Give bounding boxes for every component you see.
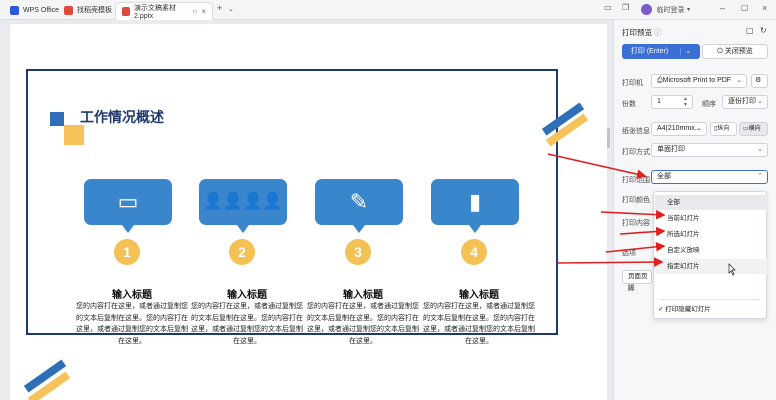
print-mode-label: 打印方式 bbox=[622, 149, 650, 156]
unsaved-dot-icon: ○ bbox=[192, 7, 198, 16]
login-chevron-icon: ▾ bbox=[687, 7, 691, 14]
page-icon[interactable]: ▢ bbox=[746, 26, 754, 35]
title-decor-blue bbox=[50, 112, 64, 126]
maximize-button[interactable]: ▢ bbox=[741, 3, 749, 12]
template-icon bbox=[64, 5, 73, 15]
item-heading-3: 输入标题 bbox=[343, 290, 383, 301]
card-1: ▭ bbox=[84, 179, 172, 233]
range-option-selected[interactable]: 所选幻灯片 bbox=[655, 227, 767, 242]
card-3: ✎ bbox=[315, 179, 403, 233]
step-number-2: 2 bbox=[229, 239, 255, 265]
preview-scrollbar[interactable] bbox=[607, 128, 610, 148]
tab-template[interactable]: 找稻壳模板 bbox=[58, 2, 118, 18]
title-decor-yellow bbox=[64, 125, 84, 145]
range-option-all[interactable]: 全部 bbox=[655, 195, 767, 210]
stepper-arrows-icon: ▲ ▼ bbox=[683, 96, 688, 108]
options-label: 选项 bbox=[622, 250, 636, 257]
layout-icon[interactable]: ▭ bbox=[604, 3, 612, 12]
ppt-file-icon bbox=[122, 7, 131, 16]
copies-label: 份数 bbox=[622, 101, 636, 108]
print-content-label: 打印内容 bbox=[622, 220, 650, 227]
chevron-down-icon: ⌄ bbox=[757, 98, 763, 105]
item-body-1: 您的内容打在这里，或者通过复制您的文本后复制在这里。您的内容打在这里，或者通过复… bbox=[76, 303, 188, 345]
bar-chart-icon: ▮ bbox=[468, 189, 482, 214]
panel-title: 打印预览 ⓘ bbox=[622, 28, 662, 37]
print-hidden-slides-option[interactable]: ✓ 打印隐藏幻灯片 bbox=[655, 302, 767, 317]
paper-select[interactable]: A4(210mmx... ⌄ bbox=[651, 122, 707, 136]
title-bar: WPS Office 找稻壳模板 演示文稿素材2.pptx ○ × + ⌄ ▭ … bbox=[0, 0, 776, 20]
close-tab-icon[interactable]: × bbox=[201, 7, 206, 16]
range-option-current[interactable]: 当前幻灯片 bbox=[655, 211, 767, 226]
chevron-up-icon: ⌃ bbox=[757, 173, 763, 180]
item-heading-2: 输入标题 bbox=[227, 290, 267, 301]
new-tab-button[interactable]: + bbox=[217, 3, 222, 13]
tab-presentation[interactable]: 演示文稿素材2.pptx ○ × bbox=[115, 2, 213, 20]
close-window-button[interactable]: × bbox=[762, 3, 767, 13]
printer-select[interactable]: ⎙Microsoft Print to PDF ⌄ bbox=[651, 74, 747, 88]
copies-stepper[interactable]: 1 ▲ ▼ bbox=[651, 95, 693, 109]
people-icon: 👤👤👤👤 bbox=[203, 193, 283, 210]
landscape-button[interactable]: ▭横向 bbox=[739, 122, 768, 136]
item-heading-4: 输入标题 bbox=[459, 290, 499, 301]
tab-wps-office[interactable]: WPS Office bbox=[4, 2, 65, 18]
chevron-down-icon: ⌄ bbox=[757, 146, 763, 153]
gear-icon: ⚙ bbox=[755, 77, 762, 84]
print-range-dropdown: 全部 当前幻灯片 所选幻灯片 自定义放映 指定幻灯片 ✓ 打印隐藏幻灯片 bbox=[653, 191, 767, 319]
user-login[interactable]: 临时登录 ▾ bbox=[641, 4, 691, 16]
window-list-icon[interactable]: ❐ bbox=[622, 3, 629, 12]
step-number-1: 1 bbox=[114, 239, 140, 265]
print-button[interactable]: 打印 (Enter) ⌄ bbox=[622, 44, 700, 59]
tab-menu-chevron-icon[interactable]: ⌄ bbox=[228, 5, 234, 13]
item-body-4: 您的内容打在这里，或者通过复制您的文本后复制在这里。您的内容打在这里，或者通过复… bbox=[423, 303, 535, 345]
card-4: ▮ bbox=[431, 179, 519, 233]
clipboard-icon: ✎ bbox=[349, 189, 369, 214]
order-label: 顺序 bbox=[702, 101, 716, 108]
step-number-4: 4 bbox=[461, 239, 487, 265]
range-option-specified[interactable]: 指定幻灯片 bbox=[655, 259, 767, 274]
range-option-custom-show[interactable]: 自定义放映 bbox=[655, 243, 767, 258]
portrait-button[interactable]: ▯纵向 bbox=[710, 122, 737, 136]
slide-title: 工作情况概述 bbox=[80, 109, 164, 125]
chevron-down-icon: ⌄ bbox=[696, 125, 702, 132]
item-heading-1: 输入标题 bbox=[112, 290, 152, 301]
power-icon: ⏻ bbox=[717, 48, 723, 55]
print-settings-panel: 打印预览 ⓘ ▢ ↻ 打印 (Enter) ⌄ ⏻ 关闭预览 打印机 ⎙Micr… bbox=[613, 20, 776, 400]
print-range-select[interactable]: 全部 ⌃ bbox=[651, 170, 768, 184]
item-body-3: 您的内容打在这里，或者通过复制您的文本后复制在这里。您的内容打在这里，或者通过复… bbox=[307, 303, 419, 345]
paper-label: 纸张信息 bbox=[622, 128, 650, 135]
printer-settings-button[interactable]: ⚙ bbox=[751, 74, 768, 88]
wallet-icon: ▭ bbox=[117, 189, 139, 214]
help-icon[interactable]: ⓘ bbox=[654, 28, 662, 37]
avatar bbox=[641, 4, 652, 16]
wps-logo-icon bbox=[10, 5, 19, 15]
header-footer-button[interactable]: 页面页脚 bbox=[622, 270, 652, 292]
print-options-chevron-icon[interactable]: ⌄ bbox=[680, 48, 692, 55]
minimize-button[interactable]: – bbox=[720, 3, 725, 13]
card-2: 👤👤👤👤 bbox=[199, 179, 287, 233]
close-preview-button[interactable]: ⏻ 关闭预览 bbox=[702, 44, 768, 59]
order-select[interactable]: 逐份打印 ⌄ bbox=[722, 95, 768, 109]
pin-icon[interactable]: ↻ bbox=[760, 26, 767, 35]
item-body-2: 您的内容打在这里，或者通过复制您的文本后复制在这里。您的内容打在这里，或者通过复… bbox=[191, 303, 303, 345]
dropdown-separator bbox=[660, 299, 760, 300]
chevron-down-icon: ⌄ bbox=[736, 77, 742, 84]
printer-label: 打印机 bbox=[622, 80, 643, 87]
print-mode-select[interactable]: 单面打印 ⌄ bbox=[651, 143, 768, 157]
print-color-label: 打印颜色 bbox=[622, 197, 650, 204]
checkmark-icon: ✓ bbox=[658, 306, 664, 313]
step-number-3: 3 bbox=[345, 239, 371, 265]
print-range-label: 打印范围 bbox=[622, 177, 650, 184]
